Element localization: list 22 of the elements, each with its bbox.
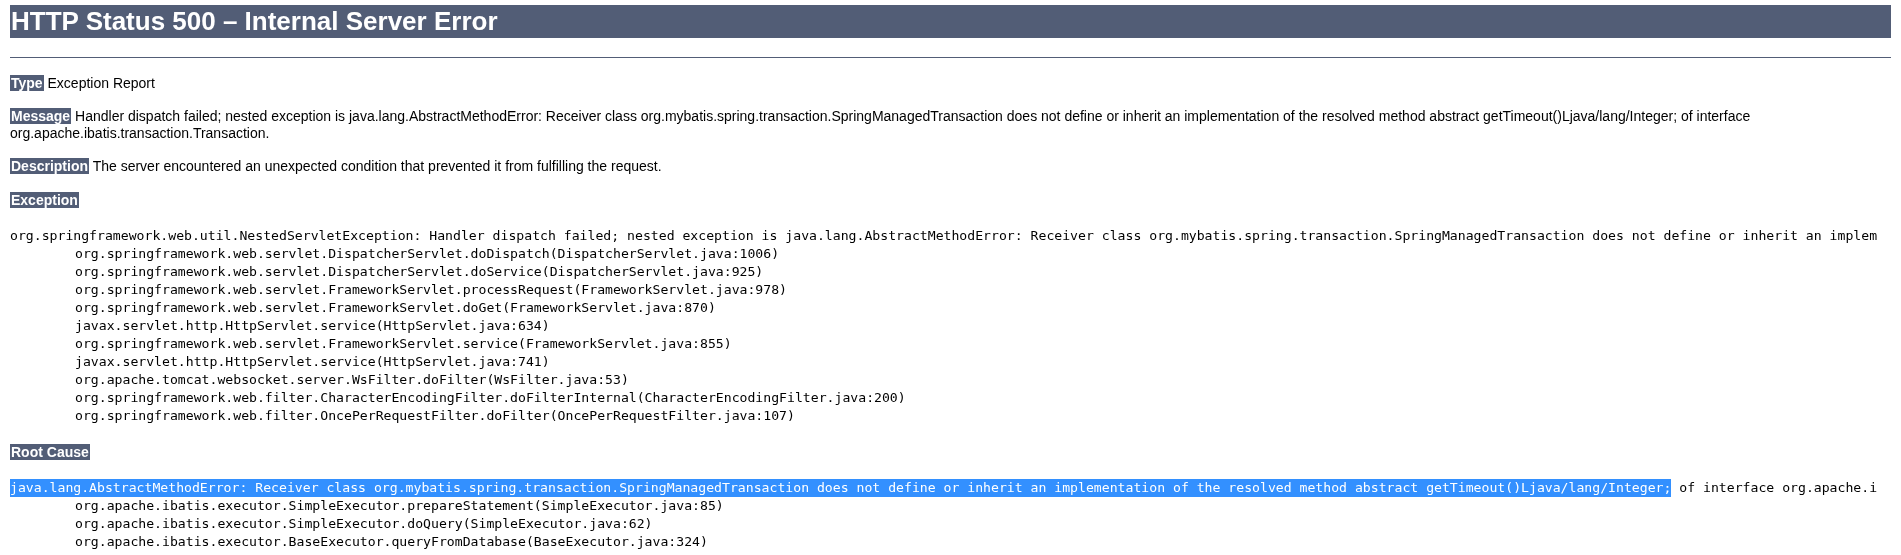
stack-trace-line: org.springframework.web.servlet.DispatcherServlet.doDispatch(DispatcherServlet.java:1006) (75, 245, 780, 263)
stack-trace-line: org.springframework.web.servlet.FrameworkServlet.service(FrameworkServlet.java:855) (75, 335, 732, 353)
stack-trace-line: javax.servlet.http.HttpServlet.service(HttpServlet.java:741) (75, 353, 550, 371)
stack-trace-line: org.springframework.web.servlet.FrameworkServlet.doGet(FrameworkServlet.java:870) (75, 299, 716, 317)
stack-trace-line: org.apache.ibatis.executor.BaseExecutor.queryFromDatabase(BaseExecutor.java:324) (75, 533, 708, 551)
stack-trace-line: org.apache.ibatis.executor.SimpleExecutor.prepareStatement(SimpleExecutor.java:85) (75, 497, 724, 515)
stack-trace-line: org.springframework.web.servlet.DispatcherServlet.doService(DispatcherServlet.java:925) (75, 263, 764, 281)
section-label: Exception (10, 192, 79, 208)
report-field: Type Exception Report (10, 75, 1891, 92)
stack-trace-line: org.springframework.web.filter.OncePerRequestFilter.doFilter(OncePerRequestFilter.java:107) (75, 407, 795, 425)
stack-trace-line: javax.servlet.http.HttpServlet.service(HttpServlet.java:634) (75, 317, 550, 335)
stack-trace-line: org.springframework.web.filter.CharacterEncodingFilter.doFilterInternal(CharacterEncodingFilter.java:200) (75, 389, 906, 407)
stack-trace-line: org.apache.tomcat.websocket.server.WsFilter.doFilter(WsFilter.java:53) (75, 371, 629, 389)
stack-trace-line: org.springframework.web.servlet.FrameworkServlet.processRequest(FrameworkServlet.java:978) (75, 281, 788, 299)
stack-trace-line: org.apache.ibatis.executor.SimpleExecutor.doQuery(SimpleExecutor.java:62) (75, 515, 653, 533)
report-field: Description The server encountered an unexpected condition that prevented it from fulfilling the request. (10, 158, 1891, 175)
stack-trace-line: org.springframework.web.util.NestedServletException: Handler dispatch failed; nested exception is java.lang.AbstractMethodError: Receiver class org.mybatis.spring.transaction.SpringManagedTransaction does not define or inherit an implem (10, 227, 1878, 245)
stack-trace-line: of interface org.apache.i (1678, 479, 1878, 497)
section-label: Root Cause (10, 444, 90, 460)
selected-stack-trace-text: java.lang.AbstractMethodError: Receiver class org.mybatis.spring.transaction.SpringManagedTransaction does not define or inherit an implementation of the resolved method abstract getTimeout()Ljava/lang/Integer; (10, 479, 1672, 497)
page-title: HTTP Status 500 – Internal Server Error (10, 5, 1891, 38)
report-field: Message Handler dispatch failed; nested exception is java.lang.AbstractMethodError: Receiver class org.mybatis.spring.transaction.SpringManagedTransaction does not define or inherit an implementation of the resolved method abstract getTimeout()Ljava/lang/Integer; of interface org.apache.ibatis.transaction.Transaction. (10, 108, 1891, 142)
